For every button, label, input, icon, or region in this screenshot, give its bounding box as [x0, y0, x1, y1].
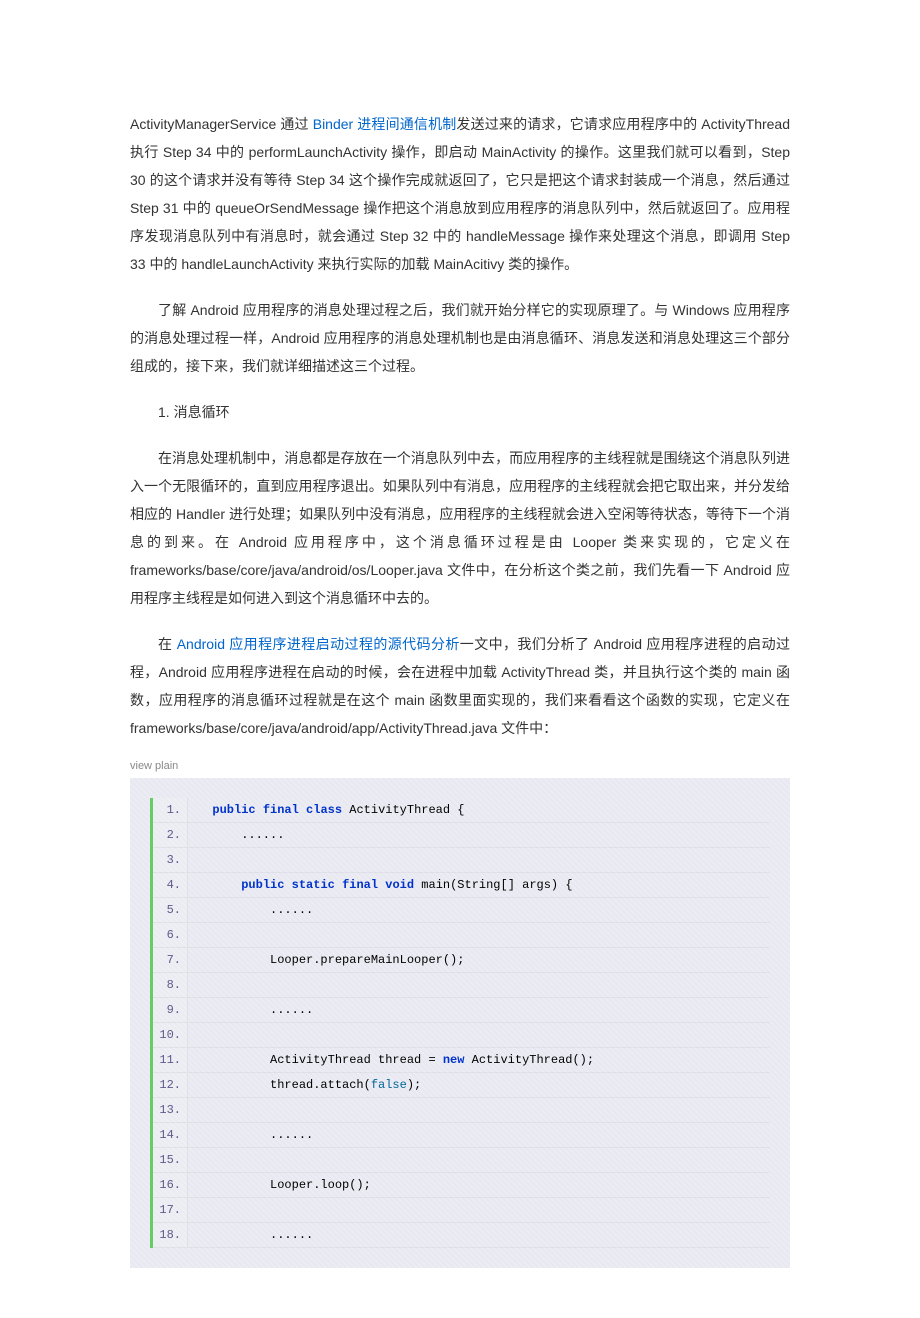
line-number: 4.: [153, 873, 188, 897]
line-number: 8.: [153, 973, 188, 997]
code-line: 14. ......: [153, 1123, 770, 1148]
code-content: ......: [188, 998, 313, 1022]
code-line: 7. Looper.prepareMainLooper();: [153, 948, 770, 973]
code-content: ......: [188, 1223, 313, 1247]
code-line: 15.: [153, 1148, 770, 1173]
section-title-message-loop: 1. 消息循环: [130, 398, 790, 426]
code-content: public static final void main(String[] a…: [188, 873, 573, 897]
code-line: 3.: [153, 848, 770, 873]
android-process-startup-link[interactable]: Android 应用程序进程启动过程的源代码分析: [177, 636, 460, 652]
line-number: 13.: [153, 1098, 188, 1122]
code-lines: 1. public final class ActivityThread {2.…: [150, 798, 770, 1248]
code-line: 6.: [153, 923, 770, 948]
paragraph-2: 了解 Android 应用程序的消息处理过程之后，我们就开始分样它的实现原理了。…: [130, 296, 790, 380]
code-content: Looper.loop();: [188, 1173, 371, 1197]
code-line: 1. public final class ActivityThread {: [153, 798, 770, 823]
paragraph-3: 在消息处理机制中，消息都是存放在一个消息队列中去，而应用程序的主线程就是围绕这个…: [130, 444, 790, 612]
code-line: 5. ......: [153, 898, 770, 923]
code-content: ActivityThread thread = new ActivityThre…: [188, 1048, 594, 1072]
code-line: 4. public static final void main(String[…: [153, 873, 770, 898]
code-line: 2. ......: [153, 823, 770, 848]
paragraph-4: 在 Android 应用程序进程启动过程的源代码分析一文中，我们分析了 Andr…: [130, 630, 790, 742]
code-line: 12. thread.attach(false);: [153, 1073, 770, 1098]
code-line: 11. ActivityThread thread = new Activity…: [153, 1048, 770, 1073]
code-content: ......: [188, 898, 313, 922]
line-number: 15.: [153, 1148, 188, 1172]
code-block: 1. public final class ActivityThread {2.…: [130, 778, 790, 1268]
text: 在: [158, 636, 177, 652]
line-number: 11.: [153, 1048, 188, 1072]
line-number: 16.: [153, 1173, 188, 1197]
code-line: 10.: [153, 1023, 770, 1048]
line-number: 12.: [153, 1073, 188, 1097]
line-number: 2.: [153, 823, 188, 847]
document-page: ActivityManagerService 通过 Binder 进程间通信机制…: [0, 0, 920, 1318]
binder-ipc-link[interactable]: Binder 进程间通信机制: [313, 116, 457, 132]
line-number: 10.: [153, 1023, 188, 1047]
line-number: 17.: [153, 1198, 188, 1222]
text: ActivityManagerService 通过: [130, 116, 313, 132]
line-number: 6.: [153, 923, 188, 947]
line-number: 18.: [153, 1223, 188, 1247]
line-number: 3.: [153, 848, 188, 872]
view-plain-link[interactable]: view plain: [130, 760, 790, 772]
text: 发送过来的请求，它请求应用程序中的 ActivityThread 执行 Step…: [130, 116, 790, 272]
code-line: 17.: [153, 1198, 770, 1223]
code-line: 8.: [153, 973, 770, 998]
paragraph-1: ActivityManagerService 通过 Binder 进程间通信机制…: [130, 110, 790, 278]
code-content: ......: [188, 1123, 313, 1147]
code-content: Looper.prepareMainLooper();: [188, 948, 464, 972]
code-line: 18. ......: [153, 1223, 770, 1248]
code-content: ......: [188, 823, 284, 847]
code-content: public final class ActivityThread {: [188, 798, 464, 822]
code-line: 9. ......: [153, 998, 770, 1023]
line-number: 14.: [153, 1123, 188, 1147]
line-number: 1.: [153, 798, 188, 822]
code-content: thread.attach(false);: [188, 1073, 421, 1097]
line-number: 7.: [153, 948, 188, 972]
line-number: 9.: [153, 998, 188, 1022]
line-number: 5.: [153, 898, 188, 922]
code-line: 16. Looper.loop();: [153, 1173, 770, 1198]
code-line: 13.: [153, 1098, 770, 1123]
